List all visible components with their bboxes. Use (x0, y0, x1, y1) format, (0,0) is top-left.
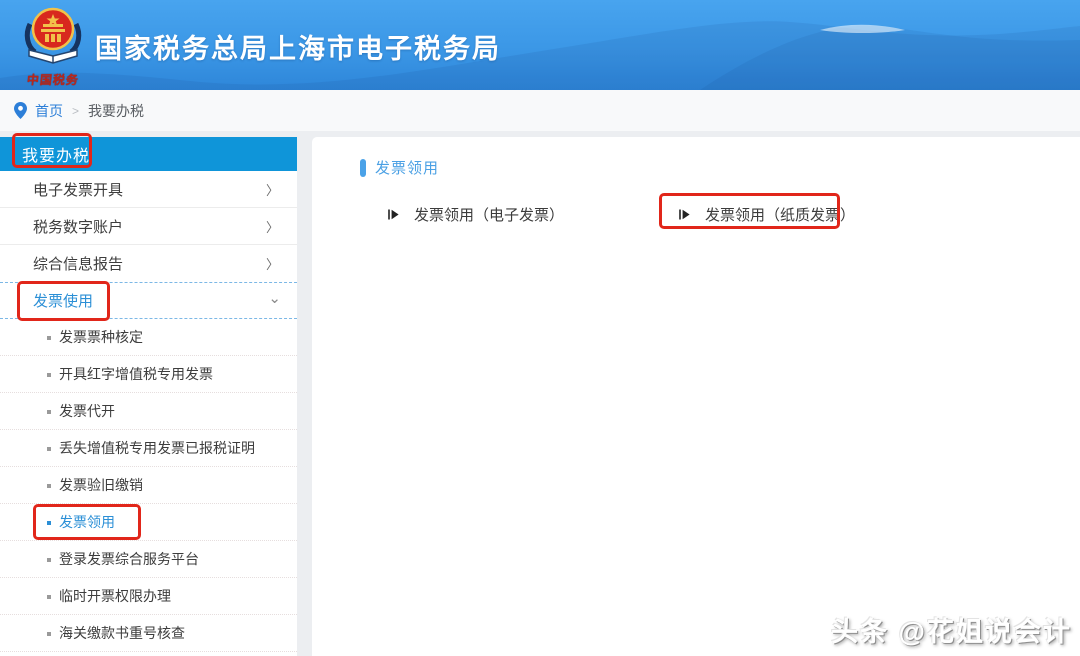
sidebar-item-fapiao-shiyong[interactable]: 发票使用 ⌄ (0, 282, 297, 319)
link-fapiao-lingyong-zhizhi[interactable]: 发票领用（纸质发票） (678, 199, 855, 229)
sidebar-subitem-diushi-zhuanyong-fapiao-zhengming[interactable]: 丢失增值税专用发票已报税证明 (0, 430, 297, 467)
bullet-icon (47, 521, 51, 525)
logo-caption: 中国税务 (13, 71, 93, 88)
chevron-right-icon: 〉 (266, 180, 279, 199)
play-arrow-icon (678, 208, 691, 221)
breadcrumb-home-link[interactable]: 首页 (35, 101, 63, 121)
sidebar-subitem-fapiao-yanjiu-jiaoxiao[interactable]: 发票验旧缴销 (0, 467, 297, 504)
chevron-right-icon: 〉 (266, 217, 279, 236)
bullet-icon (47, 373, 51, 377)
link-label: 发票领用（电子发票） (414, 204, 564, 225)
bullet-icon (47, 558, 51, 562)
breadcrumb-current: 我要办税 (88, 101, 144, 121)
sidebar-subitem-fapiao-piaozhong-heding[interactable]: 发票票种核定 (0, 319, 297, 356)
sidebar-item-shuiwu-shuzi-zhanghu[interactable]: 税务数字账户 〉 (0, 208, 297, 245)
section-accent-bar (360, 159, 366, 177)
chevron-down-icon: ⌄ (268, 289, 281, 307)
sidebar-subitem-label: 开具红字增值税专用发票 (59, 364, 213, 384)
watermark: 头条 @花姐说会计 (831, 610, 1072, 649)
sidebar-item-label: 发票使用 (33, 290, 93, 311)
sidebar-item-label: 电子发票开具 (33, 179, 123, 200)
location-pin-icon (14, 102, 27, 119)
sidebar-subitem-label: 登录发票综合服务平台 (59, 549, 199, 569)
section-title: 发票领用 (375, 157, 439, 178)
bullet-icon (47, 410, 51, 414)
play-arrow-icon (387, 208, 400, 221)
main-panel: 发票领用 发票领用（电子发票） 发票领用（纸质发票） (312, 137, 1080, 656)
sidebar-subitem-label: 发票验旧缴销 (59, 475, 143, 495)
page-title: 国家税务总局上海市电子税务局 (95, 27, 501, 66)
app-header: 中国税务 国家税务总局上海市电子税务局 (0, 0, 1080, 90)
sidebar-subitem-kaiju-hongzi-zhuanyong-fapiao[interactable]: 开具红字增值税专用发票 (0, 356, 297, 393)
sidebar: 我要办税 电子发票开具 〉 税务数字账户 〉 综合信息报告 〉 发票使用 ⌄ 发… (0, 137, 297, 656)
chevron-right-icon: 〉 (266, 254, 279, 273)
bullet-icon (47, 336, 51, 340)
bullet-icon (47, 595, 51, 599)
tax-emblem-icon (21, 4, 85, 68)
sidebar-subitem-haiguan-jiaokuan-shu-chonghao-hecha[interactable]: 海关缴款书重号核查 (0, 615, 297, 652)
tax-bureau-logo: 中国税务 (14, 4, 92, 88)
bullet-icon (47, 484, 51, 488)
sidebar-subitem-label: 海关缴款书重号核查 (59, 623, 185, 643)
sidebar-subitem-denglu-fapiao-zonghe-fuwu-pingtai[interactable]: 登录发票综合服务平台 (0, 541, 297, 578)
sidebar-subitem-label: 发票票种核定 (59, 327, 143, 347)
link-fapiao-lingyong-dianzi[interactable]: 发票领用（电子发票） (387, 199, 564, 229)
sidebar-item-label: 税务数字账户 (33, 216, 123, 237)
sidebar-item-label: 综合信息报告 (33, 253, 123, 274)
sidebar-subitem-linshi-kaipiao-quanxian-banli[interactable]: 临时开票权限办理 (0, 578, 297, 615)
sidebar-subitem-label: 丢失增值税专用发票已报税证明 (59, 438, 255, 458)
page: 中国税务 国家税务总局上海市电子税务局 首页 > 我要办税 我要办税 电子发票开… (0, 0, 1080, 656)
bullet-icon (47, 632, 51, 636)
sidebar-subitem-label: 发票领用 (59, 512, 115, 532)
section-header: 发票领用 (360, 157, 439, 178)
sidebar-item-zonghe-xinxi-baogao[interactable]: 综合信息报告 〉 (0, 245, 297, 282)
link-label: 发票领用（纸质发票） (705, 204, 855, 225)
breadcrumb: 首页 > 我要办税 (0, 90, 1080, 131)
sidebar-subitem-label: 发票代开 (59, 401, 115, 421)
sidebar-subitem-fapiao-daikai[interactable]: 发票代开 (0, 393, 297, 430)
sidebar-subitem-fapiao-lingyong[interactable]: 发票领用 (0, 504, 297, 541)
bullet-icon (47, 447, 51, 451)
breadcrumb-separator: > (72, 104, 79, 118)
sidebar-item-dianzi-fapiao-kaiju[interactable]: 电子发票开具 〉 (0, 171, 297, 208)
sidebar-header-wo-yao-ban-shui[interactable]: 我要办税 (0, 137, 297, 171)
sidebar-subitem-label: 临时开票权限办理 (59, 586, 171, 606)
